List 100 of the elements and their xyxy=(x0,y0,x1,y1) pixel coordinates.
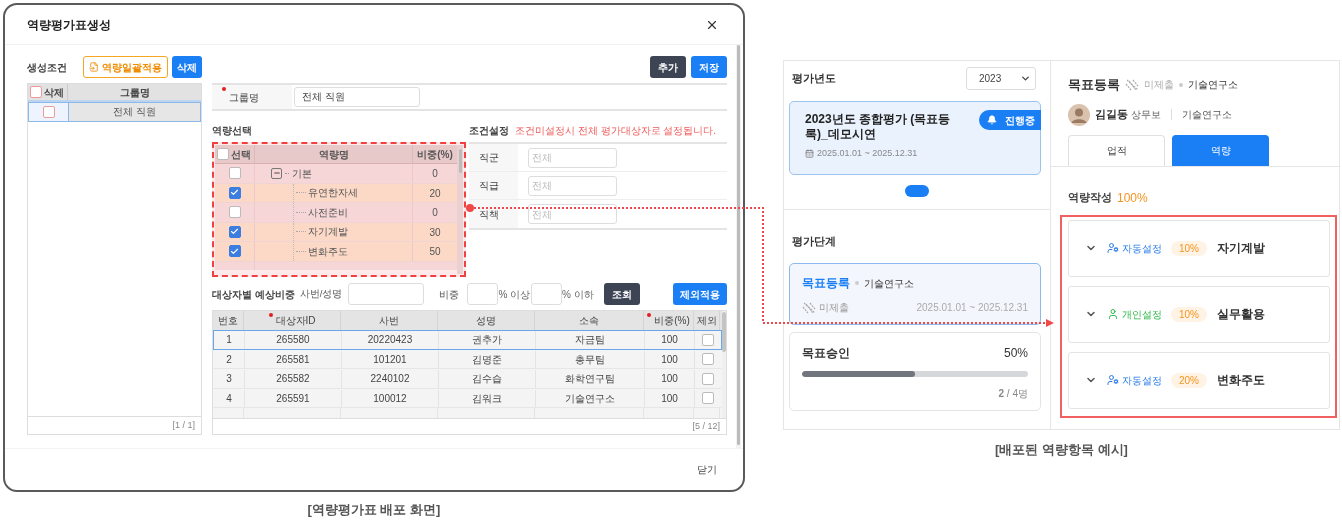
section-label: 생성조건 xyxy=(27,60,68,75)
tree-item[interactable]: 변화주도 xyxy=(308,243,348,259)
condition-input[interactable]: 전체 xyxy=(528,175,617,196)
close-button[interactable]: 닫기 xyxy=(697,462,717,477)
checkbox[interactable] xyxy=(702,372,714,385)
save-button[interactable]: 저장 xyxy=(691,56,727,78)
checkbox[interactable] xyxy=(228,245,241,258)
table-cell-text: 화학연구팀 xyxy=(565,372,615,387)
checkbox[interactable] xyxy=(228,206,241,219)
table-cell-text: 50 xyxy=(428,245,442,259)
table-cell-text: 100 xyxy=(661,333,678,348)
checkbox[interactable] xyxy=(702,353,714,366)
table-row[interactable]: 3 265582 2240102 김수습 화학연구팀 100 xyxy=(213,369,722,389)
unit-text: % 이상 xyxy=(498,287,531,302)
scrollbar[interactable] xyxy=(722,311,726,418)
checkbox[interactable] xyxy=(217,148,229,160)
table-cell-text: 100 xyxy=(661,391,678,406)
table-cell-text: 0 xyxy=(431,167,439,181)
checkbox[interactable] xyxy=(702,392,714,405)
table-cell-text: 100 xyxy=(661,352,678,367)
table-cell-text: 총무팀 xyxy=(575,352,605,367)
table-cell-text: 100 xyxy=(661,372,678,387)
slashed-lines-icon xyxy=(802,301,816,314)
weight-badge: 10% xyxy=(1171,306,1207,322)
tab[interactable]: 역량 xyxy=(1172,134,1269,166)
tree-item[interactable]: 자기계발 xyxy=(308,224,348,240)
table-cell-text: 1 xyxy=(226,333,232,348)
count-text: 2 / 4명 xyxy=(998,387,1028,401)
setting-text: 개인설정 xyxy=(1122,307,1162,322)
org-text: 기술연구소 xyxy=(1188,78,1238,93)
table-cell-text: 265582 xyxy=(276,372,310,387)
table-row[interactable]: 2 265581 101201 김명준 총무팀 100 xyxy=(213,349,722,369)
table-row[interactable]: 1 265580 20220423 권추가 자금팀 100 xyxy=(213,330,722,350)
table-cell-text: 김수습 xyxy=(472,372,502,387)
tab[interactable]: 업적 xyxy=(1068,134,1165,166)
field-label: 그룹명 xyxy=(229,90,259,105)
scrollbar[interactable] xyxy=(457,145,463,274)
evaluation-card[interactable]: 2023년도 종합평가 (목표등록)_데모시연 2025.01.01 ~ 2025.12.31 진행중 xyxy=(789,101,1041,175)
pager-text: [5 / 12] xyxy=(692,419,720,433)
status-badge: 진행중 xyxy=(979,110,1041,130)
table-cell-text: 100012 xyxy=(373,391,407,406)
checkbox[interactable] xyxy=(702,333,714,346)
table-cell-text: 권추가 xyxy=(472,333,502,348)
column-header: 선택 xyxy=(231,147,251,162)
period-text: 2025.01.01 ~ 2025.12.31 xyxy=(817,147,918,160)
column-header: 사번 xyxy=(379,314,399,328)
card-title: 목표승인 xyxy=(802,345,850,362)
delete-button[interactable]: 삭제 xyxy=(172,56,202,78)
competency-item[interactable]: 자동설정 20% 변화주도 xyxy=(1068,351,1330,409)
condition-input[interactable]: 전체 xyxy=(528,204,617,224)
column-header: 역량명 xyxy=(255,145,413,163)
search-input[interactable] xyxy=(348,283,425,305)
max-weight-input[interactable] xyxy=(531,283,563,305)
tree-item[interactable]: 기본 xyxy=(292,165,312,181)
tree-item[interactable]: 사전준비 xyxy=(308,204,348,220)
exclude-apply-button[interactable]: 제외적용 xyxy=(673,283,727,305)
checkbox[interactable] xyxy=(228,225,241,238)
year-select[interactable]: 2023 xyxy=(966,67,1036,90)
person-name: 김길동 xyxy=(1095,107,1128,123)
org-text: 기술연구소 xyxy=(864,276,914,291)
competency-item[interactable]: 자동설정 10% 자기계발 xyxy=(1068,219,1330,277)
bell-icon xyxy=(987,115,997,125)
column-header: 번호 xyxy=(218,314,238,328)
dept-text: 기술연구소 xyxy=(1182,108,1232,122)
period-text: 2025.01.01 ~ 2025.12.31 xyxy=(916,301,1028,315)
user-gear-icon xyxy=(1107,374,1119,386)
field-label: 직책 xyxy=(479,207,499,222)
group-row[interactable]: 전체 직원 xyxy=(28,102,201,122)
setting-text: 자동설정 xyxy=(1122,241,1162,256)
min-weight-input[interactable] xyxy=(467,283,499,305)
page-indicator[interactable] xyxy=(905,185,929,197)
section-label: 역량선택 xyxy=(212,124,253,137)
condition-input[interactable]: 전체 xyxy=(528,147,617,168)
unit-text: % 이하 xyxy=(562,287,594,302)
scrollbar[interactable] xyxy=(736,45,741,448)
user-icon xyxy=(1107,308,1119,320)
position-text: 상무보 xyxy=(1131,108,1161,122)
competency-item[interactable]: 개인설정 10% 실무활용 xyxy=(1068,285,1330,343)
tree-item[interactable]: 유연한자세 xyxy=(308,185,358,201)
field-label: 비중 xyxy=(439,287,460,302)
hint-text: 조건미설정시 전체 평가대상자로 설정됩니다. xyxy=(515,123,717,138)
checkbox[interactable] xyxy=(228,186,241,199)
group-name-input[interactable]: 전체 직원 xyxy=(294,87,420,107)
add-button[interactable]: 추가 xyxy=(650,56,686,78)
field-label: 사번/성명 xyxy=(299,286,343,301)
table-row[interactable]: 4 265591 100012 김워크 기술연구소 100 xyxy=(213,388,722,408)
stage-card[interactable]: 목표등록 기술연구소 미제출 2025.01.01 ~ 2025.12.31 xyxy=(789,263,1041,325)
progress-value: 100% xyxy=(1117,189,1148,207)
table-cell-text: 3 xyxy=(226,372,232,387)
search-button[interactable]: 조회 xyxy=(603,283,640,305)
checkbox[interactable] xyxy=(42,106,55,118)
dialog-title: 역량평가표생성 xyxy=(27,16,111,34)
checkbox[interactable] xyxy=(228,167,241,180)
setting-text: 자동설정 xyxy=(1122,373,1162,388)
column-header: 삭제 xyxy=(44,85,64,100)
table-cell-text: 101201 xyxy=(373,352,407,367)
collapse-toggle[interactable] xyxy=(271,167,282,179)
chevron-down-icon xyxy=(1020,73,1031,84)
column-header: 제외 xyxy=(696,314,717,328)
checkbox[interactable] xyxy=(30,86,42,98)
